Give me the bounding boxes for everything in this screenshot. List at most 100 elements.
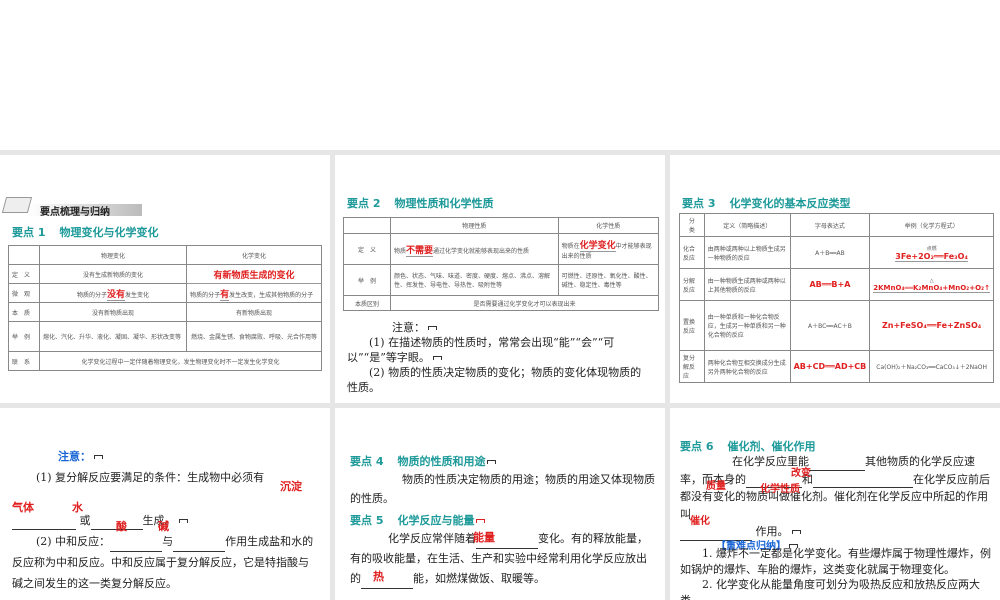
condition: △ <box>929 277 934 284</box>
expression: A＋BC══AC＋B <box>789 300 871 351</box>
section-name: 物质的性质和用途 <box>397 455 486 468</box>
row-label: 定 义 <box>8 264 40 284</box>
answer: AB+CD══AD+CB <box>789 350 871 383</box>
section-name: 物理性质和化学性质 <box>394 197 494 210</box>
paragraph: 物质的性质决定物质的用途；物质的用途又体现物质的性质。 <box>350 473 655 505</box>
blank <box>813 476 913 488</box>
row-label: 本 质 <box>8 302 40 322</box>
slide-properties-energy[interactable]: 要点 4 物质的性质和用途 物质的性质决定物质的用途；物质的用途又体现物质的性质。… <box>335 408 665 600</box>
section-name: 物理变化与化学变化 <box>59 226 159 239</box>
neutralization-text: (2) 中和反应：与作用生成盐和水的反应称为中和反应。中和反应属于复分解反应，它… <box>12 531 317 594</box>
section-number: 要点 3 <box>682 197 716 210</box>
slide-physical-chemical-change[interactable]: 要点梳理与归纳 要点 1 物理变化与化学变化 物理变化 化学变化 定 义没有生成新物… <box>0 155 330 403</box>
definition: 两种化合物互相交换成分生成另外两种化合物的反应 <box>703 350 791 383</box>
slide-catalyst[interactable]: 要点 6 催化剂、催化作用 在化学反应里能 其他物质的化学反应速率，而本身的和在化学… <box>670 408 1000 600</box>
answer: 热 <box>373 570 384 583</box>
banner-title: 要点梳理与归纳 <box>40 207 110 218</box>
book-pen-icon <box>1 197 33 213</box>
header-chemical: 化学变化 <box>186 245 322 265</box>
definition: 由一种单质和一种化合物反应，生成另一种单质和另一种化合物的反应 <box>703 300 791 351</box>
row-label: 本质区别 <box>343 295 391 311</box>
expression: A＋B══AB <box>789 236 871 269</box>
section-title: 要点 1 物理变化与化学变化 <box>12 224 158 240</box>
comparison-table: 物理变化 化学变化 定 义没有生成新物质的变化 有新物质生成的变化 微 观 物质的分… <box>8 245 322 371</box>
blank <box>173 540 226 552</box>
cell: 是否需要通过化学变化才可以表现出来 <box>390 295 659 311</box>
section-number: 要点 6 <box>680 440 714 453</box>
section-title: 要点 5 化学反应与能量 <box>350 512 486 528</box>
header: 举例（化学方程式） <box>869 213 994 237</box>
type: 置换反应 <box>679 300 705 351</box>
text: 发生变化 <box>125 291 150 299</box>
type: 复分解反应 <box>679 350 705 383</box>
cell: 没有生成新物质的变化 <box>38 264 188 284</box>
text: 物质 <box>394 247 407 255</box>
example: 点燃 3Fe+2O₂══Fe₃O₄ <box>869 236 994 269</box>
answer: 有 <box>220 289 230 301</box>
answer: 化学性质 <box>760 484 800 495</box>
cell: 熔化、汽化、升华、液化、凝固、凝华、形状改变等 <box>38 321 188 352</box>
speaker-mark-icon[interactable] <box>487 460 497 464</box>
blank-top-area <box>0 0 1000 150</box>
speaker-mark-icon[interactable] <box>432 356 442 360</box>
answer: 不需要 <box>406 245 434 257</box>
text: (2) 中和反应： <box>36 535 111 548</box>
blank <box>12 518 76 530</box>
cell: 物质的分子有发生改变，生成其他物质的分子 <box>186 283 322 303</box>
paragraph: 在化学反应里能 其他物质的化学反应速率，而本身的和在化学反应前后都没有变化的物质叫… <box>680 453 992 541</box>
cell: 物质的分子没有发生变化 <box>38 283 188 303</box>
note-2: (2) 物质的性质决定物质的变化；物质的变化体现物质的性质。 <box>347 366 642 394</box>
cell: 物质在化学变化中才能够表现出来的性质 <box>557 233 660 265</box>
cell: 没有新物质出现 <box>38 302 188 322</box>
speaker-mark-icon[interactable] <box>178 519 188 523</box>
answer: 催化 <box>690 516 710 527</box>
speaker-mark-icon[interactable] <box>791 530 801 534</box>
notes: 注意： (1) 在描述物质的性质时，常常会出现“能”“会”“可以”“是”等字眼。… <box>347 320 647 395</box>
text: 通过化学变化就能够表现出来的性质 <box>433 247 530 255</box>
blank <box>809 459 865 471</box>
definition: 由一种物质生成两种或两种以上其他物质的反应 <box>703 268 791 301</box>
speaker-mark-icon[interactable] <box>94 455 103 459</box>
definition: 由两种或两种以上物质生成另一种物质的反应 <box>703 236 791 269</box>
section-number: 要点 4 <box>350 455 384 468</box>
reaction-types-table: 分 类定义（简略描述） 字母表达式 举例（化学方程式） 化合反应 由两种或两种以上物质… <box>679 213 994 383</box>
answer: Zn+FeSO₄══Fe+ZnSO₄ <box>869 300 994 351</box>
slide-reaction-types[interactable]: 要点 3 化学变化的基本反应类型 分 类定义（简略描述） 字母表达式 举例（化学方程式… <box>670 155 1000 403</box>
example: △ 2KMnO₄══K₂MnO₄+MnO₂+O₂↑ <box>869 268 994 301</box>
text: 物质在 <box>561 243 580 250</box>
answer: AB══B+A <box>789 268 871 301</box>
speaker-mark-icon[interactable] <box>428 326 437 330</box>
answer: 化学变化 <box>579 241 616 252</box>
section-name: 化学反应与能量 <box>397 514 475 527</box>
text: 能，如燃煤做饭、取暖等。 <box>413 572 545 585</box>
slide-double-decomposition-notes[interactable]: 注意： (1) 复分解反应要满足的条件：生成物中必须有 沉淀 气体 水 或生成。… <box>0 408 330 600</box>
text: 注意： <box>58 450 91 463</box>
row-label: 举 例 <box>8 321 40 352</box>
header: 分 类 <box>679 213 705 237</box>
header-chemical: 化学性质 <box>557 217 660 234</box>
section-title: 要点 6 催化剂、催化作用 <box>680 438 815 454</box>
answer: 沉淀 <box>280 480 302 493</box>
answer: 3Fe+2O₂══Fe₃O₄ <box>895 251 968 262</box>
condition-text: (1) 复分解反应要满足的条件：生成物中必须有 <box>36 471 265 484</box>
answer: 有新物质生成的变化 <box>186 264 322 284</box>
answer: 没有 <box>107 289 126 301</box>
text: (1) 在描述物质的性质时，常常会出现“能”“会”“可以”“是”等字眼。 <box>347 336 615 364</box>
cell: 可燃性、还原性、氧化性、酸性、碱性、稳定性、毒性等 <box>557 264 660 296</box>
header: 定义（简略描述） <box>703 213 791 237</box>
key-point-1: 1. 爆炸不一定都是化学变化。有些爆炸属于物理性爆炸，例如锅炉的爆炸、车胎的爆炸… <box>680 547 991 576</box>
answer: 能量 <box>473 531 495 544</box>
row-label: 举 例 <box>343 264 391 296</box>
blank <box>361 577 413 589</box>
section-title: 要点 2 物理性质和化学性质 <box>347 195 493 211</box>
speaker-mark-icon[interactable] <box>476 519 486 523</box>
text: 与 <box>162 535 174 548</box>
answer: 改变 <box>791 468 811 479</box>
text: 化学反应常伴随着 <box>388 532 476 545</box>
note-1: (1) 在描述物质的性质时，常常会出现“能”“会”“可以”“是”等字眼。 <box>347 335 647 365</box>
cell: 颜色、状态、气味、味道、密度、硬度、熔点、沸点、溶解性、挥发性、导电性、导热性、… <box>390 264 559 296</box>
text: 发生改变，生成其他物质的分子 <box>229 291 314 299</box>
paragraph: 化学反应常伴随着 变化。有的释放能量，有的吸收能量，在生活、生产和实验中经常利用化… <box>350 529 655 589</box>
slide-physical-chemical-properties[interactable]: 要点 2 物理性质和化学性质 物理性质 化学性质 定 义 物质不需要通过化学变化就能… <box>335 155 665 403</box>
section-title: 要点 4 物质的性质和用途 <box>350 453 497 469</box>
